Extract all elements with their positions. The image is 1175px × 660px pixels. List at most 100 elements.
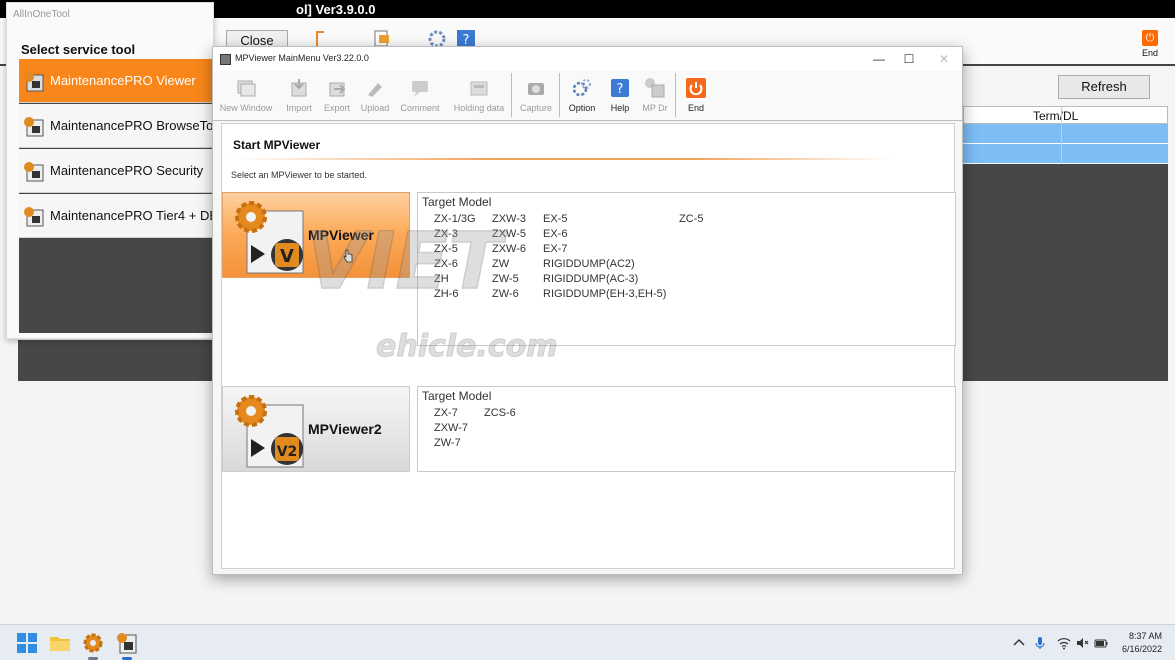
battery-icon[interactable] xyxy=(1094,636,1108,650)
svg-text:V2: V2 xyxy=(277,444,298,460)
target-model-item: ZXW-3 xyxy=(492,213,527,225)
new-window-icon xyxy=(237,80,256,97)
power-icon: ⏻ xyxy=(1142,30,1158,46)
mpviewer-titlebar: MPViewer MainMenu Ver3.22.0.0 — ☐ ✕ xyxy=(213,47,962,71)
toolbar-label: Comment xyxy=(400,103,440,113)
target-model-item: EX-5 xyxy=(543,213,568,225)
target-model-item: RIGIDDUMP(AC2) xyxy=(543,258,635,270)
toolbar-capture[interactable]: Capture xyxy=(515,75,557,119)
target-model-label: Target Model xyxy=(422,195,492,209)
allinone-title: AllInOneTool xyxy=(13,9,70,20)
target-model-item: ZXW-5 xyxy=(492,228,527,240)
toolbar-holding-data[interactable]: Holding data xyxy=(449,75,509,119)
mpviewer-toolbar: New Window Import Export Upload Comment … xyxy=(213,71,962,121)
target-model-item: EX-6 xyxy=(543,228,568,240)
start-icon[interactable] xyxy=(14,630,40,656)
wifi-icon[interactable] xyxy=(1057,636,1071,650)
close-window-button[interactable]: ✕ xyxy=(929,50,959,68)
target-model-item: ZX-1/3G xyxy=(434,213,476,225)
mpviewer2-button[interactable]: V2 MPViewer2 xyxy=(222,386,410,472)
maintenancepro-icon xyxy=(24,72,44,92)
toolbar-help[interactable]: ? Help xyxy=(603,75,637,119)
taskbar: 8:37 AM 6/16/2022 xyxy=(0,624,1175,660)
service-item-browsetool[interactable]: MaintenancePRO BrowseTool xyxy=(19,104,215,148)
maintenancepro-icon xyxy=(24,162,44,182)
chevron-up-icon[interactable] xyxy=(1012,636,1026,650)
target-model-item: ZXW-6 xyxy=(492,243,527,255)
column-divider xyxy=(1061,106,1062,164)
clock-date[interactable]: 6/16/2022 xyxy=(1112,644,1162,654)
service-item-viewer[interactable]: MaintenancePRO Viewer xyxy=(19,59,215,103)
toolbar-label: Help xyxy=(610,103,630,113)
gear-app-icon[interactable] xyxy=(80,630,106,656)
toolbar-label: MP Dr xyxy=(642,103,668,113)
toolbar-end[interactable]: End xyxy=(679,75,713,119)
table-header: Term/DL xyxy=(963,106,1168,124)
mpviewer-name: MPViewer xyxy=(308,227,374,243)
table-row[interactable] xyxy=(963,144,1168,164)
toolbar-export[interactable]: Export xyxy=(317,75,357,119)
target-model-item: ZW-7 xyxy=(434,437,461,449)
export-icon xyxy=(329,82,346,97)
mpviewer2-logo-icon: V2 xyxy=(235,395,304,468)
service-label: MaintenancePRO Tier4 + DED xyxy=(50,208,215,223)
clock-time[interactable]: 8:37 AM xyxy=(1118,631,1162,641)
mpviewer-button[interactable]: V MPViewer xyxy=(222,192,410,278)
toolbar-separator xyxy=(559,73,560,117)
mpviewer-title: MPViewer MainMenu Ver3.22.0.0 xyxy=(235,53,369,63)
target-model-item: EX-7 xyxy=(543,243,568,255)
target-model-item: ZW xyxy=(492,258,510,270)
maintenancepro-icon xyxy=(24,207,44,227)
speaker-muted-icon[interactable] xyxy=(1075,636,1089,650)
svg-text:V: V xyxy=(280,246,294,267)
toolbar-label: Holding data xyxy=(453,103,505,113)
start-description: Select an MPViewer to be started. xyxy=(231,170,367,180)
app-icon xyxy=(220,54,231,65)
background-dark-area xyxy=(18,340,215,381)
toolbar-new-window[interactable]: New Window xyxy=(217,75,275,119)
target-model-item: ZX-3 xyxy=(434,228,458,240)
help-icon: ? xyxy=(611,79,629,97)
toolbar-separator xyxy=(675,73,676,117)
toolbar-label: Export xyxy=(323,103,350,113)
background-window-title: ol] Ver3.9.0.0 xyxy=(296,2,376,17)
toolbar-comment[interactable]: Comment xyxy=(397,75,443,119)
toolbar-upload[interactable]: Upload xyxy=(355,75,395,119)
file-explorer-icon[interactable] xyxy=(47,630,73,656)
service-label: MaintenancePRO Viewer xyxy=(50,73,196,88)
mpviewer-logo-icon: V xyxy=(235,201,304,274)
toolbar-import[interactable]: Import xyxy=(279,75,319,119)
mpviewer-app-icon[interactable] xyxy=(114,630,140,656)
upload-icon xyxy=(368,83,382,97)
target-model-item: ZH-6 xyxy=(434,288,459,300)
target-model-item: ZW-6 xyxy=(492,288,519,300)
refresh-button[interactable]: Refresh xyxy=(1058,75,1150,99)
service-item-security[interactable]: MaintenancePRO Security xyxy=(19,149,215,193)
allinone-window: AllInOneTool Select service tool Mainten… xyxy=(6,2,215,339)
power-icon xyxy=(686,78,706,98)
minimize-button[interactable]: — xyxy=(864,50,894,68)
microphone-icon[interactable] xyxy=(1033,636,1047,650)
toolbar-mp-dr[interactable]: MP Dr xyxy=(637,75,673,119)
maximize-button[interactable]: ☐ xyxy=(894,50,924,68)
toolbar-label: Option xyxy=(568,103,596,113)
toolbar-option[interactable]: Option xyxy=(563,75,601,119)
mpviewer-window: MPViewer MainMenu Ver3.22.0.0 — ☐ ✕ New … xyxy=(212,46,963,575)
toolbar-label: New Window xyxy=(219,103,273,113)
heading-underline xyxy=(231,158,891,160)
target-model-item: ZC-5 xyxy=(679,213,704,225)
target-model-item: ZX-7 xyxy=(434,407,458,419)
toolbar-separator xyxy=(511,73,512,117)
target-model-item: RIGIDDUMP(AC-3) xyxy=(543,273,639,285)
camera-icon xyxy=(528,83,544,95)
table-row[interactable] xyxy=(963,124,1168,144)
service-label: MaintenancePRO Security xyxy=(50,163,204,178)
target-model-item: ZX-6 xyxy=(434,258,458,270)
service-item-tier4[interactable]: MaintenancePRO Tier4 + DED xyxy=(19,194,215,238)
mpviewer-body: Start MPViewer Select an MPViewer to be … xyxy=(221,123,956,569)
hand-cursor-icon xyxy=(343,249,353,263)
background-end-button[interactable]: ⏻ End xyxy=(1135,30,1165,58)
target-model-item: ZH xyxy=(434,273,449,285)
comment-icon xyxy=(412,81,428,97)
toolbar-label: Capture xyxy=(519,103,553,113)
